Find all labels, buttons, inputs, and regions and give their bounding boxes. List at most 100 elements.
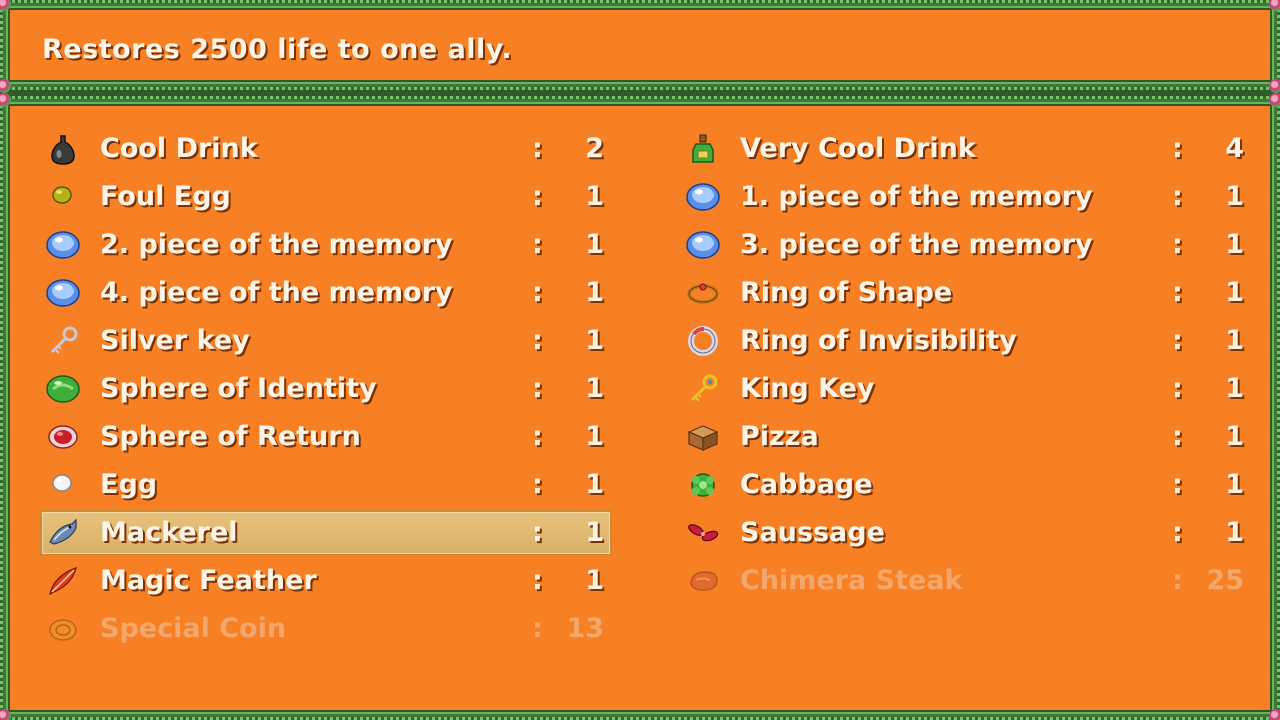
corner-ornament — [1269, 0, 1280, 11]
silver-key-icon — [50, 326, 78, 354]
item-name: 2. piece of the memory — [100, 229, 453, 260]
item-quantity: 1 — [585, 373, 604, 404]
item-mackerel[interactable]: Mackerel : 1 — [40, 510, 612, 556]
item-separator: : — [532, 517, 543, 548]
item-memory-piece-1[interactable]: 1. piece of the memory : 1 — [680, 174, 1252, 220]
memory-orb-icon — [46, 279, 80, 307]
item-quantity: 1 — [1225, 229, 1244, 260]
gold-key-icon — [690, 374, 718, 402]
sausage-icon — [688, 524, 719, 542]
item-quantity: 2 — [585, 133, 604, 164]
item-name: Chimera Steak — [740, 565, 963, 596]
item-quantity: 1 — [1225, 325, 1244, 356]
item-chimera-steak[interactable]: Chimera Steak : 25 — [680, 558, 1252, 604]
item-quantity: 1 — [1225, 421, 1244, 452]
item-memory-piece-3[interactable]: 3. piece of the memory : 1 — [680, 222, 1252, 268]
item-name: Egg — [100, 469, 158, 500]
invisibility-ring-icon — [688, 326, 718, 356]
corner-ornament — [0, 79, 11, 93]
item-name: Sphere of Return — [100, 421, 361, 452]
item-name: Cool Drink — [100, 133, 258, 164]
item-name: 1. piece of the memory — [740, 181, 1093, 212]
corner-ornament — [1269, 709, 1280, 720]
item-name: Special Coin — [100, 613, 287, 644]
item-separator: : — [1172, 229, 1183, 260]
item-name: Mackerel — [100, 517, 238, 548]
item-magic-feather[interactable]: Magic Feather : 1 — [40, 558, 612, 604]
item-quantity: 1 — [1225, 277, 1244, 308]
item-ring-of-shape[interactable]: Ring of Shape : 1 — [680, 270, 1252, 316]
steak-icon — [690, 571, 718, 591]
item-separator: : — [1172, 325, 1183, 356]
egg-icon — [52, 474, 72, 492]
item-quantity: 1 — [585, 181, 604, 212]
fish-icon — [49, 518, 77, 545]
item-separator: : — [532, 373, 543, 404]
item-name: Cabbage — [740, 469, 873, 500]
item-quantity: 1 — [1225, 469, 1244, 500]
item-quantity: 1 — [585, 565, 604, 596]
coin-icon — [49, 619, 77, 641]
item-name: Ring of Shape — [740, 277, 953, 308]
ring-icon — [687, 283, 719, 304]
item-name: Ring of Invisibility — [740, 325, 1017, 356]
item-memory-piece-4[interactable]: 4. piece of the memory : 1 — [40, 270, 612, 316]
item-name: 4. piece of the memory — [100, 277, 453, 308]
item-name: Saussage — [740, 517, 885, 548]
item-separator: : — [532, 469, 543, 500]
item-separator: : — [1172, 181, 1183, 212]
item-separator: : — [532, 229, 543, 260]
memory-orb-icon — [46, 231, 80, 259]
item-saussage[interactable]: Saussage : 1 — [680, 510, 1252, 556]
item-cool-drink[interactable]: Cool Drink : 2 — [40, 126, 612, 172]
item-separator: : — [1172, 373, 1183, 404]
item-name: Silver key — [100, 325, 250, 356]
item-quantity: 1 — [1225, 517, 1244, 548]
item-separator: : — [1172, 133, 1183, 164]
item-quantity: 1 — [585, 229, 604, 260]
item-separator: : — [532, 277, 543, 308]
item-special-coin[interactable]: Special Coin : 13 — [40, 606, 612, 652]
green-bottle-icon — [692, 134, 714, 163]
item-quantity: 1 — [585, 277, 604, 308]
item-silver-key[interactable]: Silver key : 1 — [40, 318, 612, 364]
item-separator: : — [1172, 565, 1183, 596]
corner-ornament — [0, 709, 11, 720]
item-quantity: 25 — [1206, 565, 1244, 596]
item-ring-of-invisibility[interactable]: Ring of Invisibility : 1 — [680, 318, 1252, 364]
item-foul-egg[interactable]: Foul Egg : 1 — [40, 174, 612, 220]
corner-ornament — [1269, 79, 1280, 93]
item-separator: : — [1172, 421, 1183, 452]
item-separator: : — [1172, 517, 1183, 548]
item-name: Very Cool Drink — [740, 133, 976, 164]
item-pizza[interactable]: Pizza : 1 — [680, 414, 1252, 460]
item-separator: : — [1172, 469, 1183, 500]
item-quantity: 1 — [585, 469, 604, 500]
foul-egg-icon — [52, 186, 72, 204]
item-name: 3. piece of the memory — [740, 229, 1093, 260]
memory-orb-icon — [686, 231, 720, 259]
item-name: Sphere of Identity — [100, 373, 377, 404]
cabbage-icon — [691, 473, 715, 497]
item-separator: : — [532, 133, 543, 164]
item-king-key[interactable]: King Key : 1 — [680, 366, 1252, 412]
help-window: Restores 2500 life to one ally. — [0, 0, 1280, 93]
item-separator: : — [532, 613, 543, 644]
corner-ornament — [0, 0, 11, 11]
item-sphere-of-identity[interactable]: Sphere of Identity : 1 — [40, 366, 612, 412]
green-sphere-icon — [46, 375, 80, 403]
memory-orb-icon — [686, 183, 720, 211]
item-cabbage[interactable]: Cabbage : 1 — [680, 462, 1252, 508]
item-quantity: 1 — [585, 517, 604, 548]
item-quantity: 1 — [1225, 373, 1244, 404]
item-separator: : — [532, 181, 543, 212]
item-egg[interactable]: Egg : 1 — [40, 462, 612, 508]
item-separator: : — [532, 565, 543, 596]
item-name: King Key — [740, 373, 875, 404]
item-separator: : — [532, 325, 543, 356]
item-memory-piece-2[interactable]: 2. piece of the memory : 1 — [40, 222, 612, 268]
item-sphere-of-return[interactable]: Sphere of Return : 1 — [40, 414, 612, 460]
feather-icon — [49, 567, 77, 596]
item-very-cool-drink[interactable]: Very Cool Drink : 4 — [680, 126, 1252, 172]
item-quantity: 4 — [1225, 133, 1244, 164]
